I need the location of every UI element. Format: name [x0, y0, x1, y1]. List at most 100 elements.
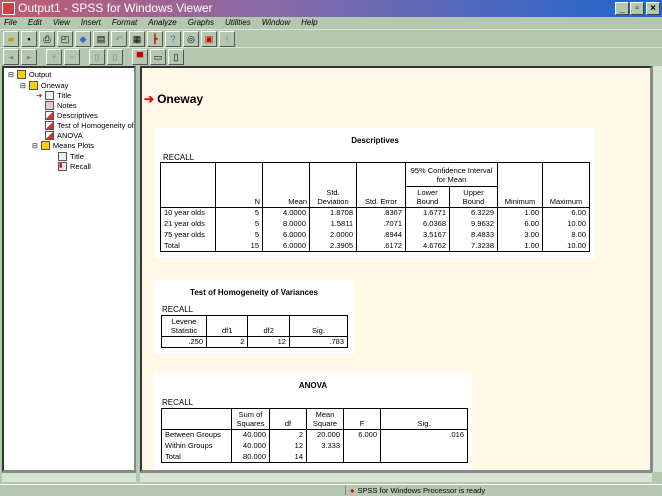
- table-cell: [343, 451, 381, 463]
- print-preview-icon[interactable]: ◰: [57, 31, 73, 47]
- print-icon[interactable]: ⎙: [39, 31, 55, 47]
- table-cell: 5: [215, 218, 263, 230]
- anova-title: ANOVA: [298, 381, 328, 390]
- table-cell: 75 year olds: [160, 229, 216, 241]
- outline-item-oneway[interactable]: ⊟ Oneway: [20, 81, 68, 90]
- outline-item-title[interactable]: ➔ Title: [36, 91, 71, 100]
- table-icon: [45, 121, 54, 130]
- homogeneity-table[interactable]: Test of Homogeneity of Variances RECALL …: [154, 280, 354, 354]
- title-bar: Output1 - SPSS for Windows Viewer _ ▫ ×: [0, 0, 662, 17]
- status-bar: ● SPSS for Windows Processor is ready: [0, 484, 662, 496]
- table-cell: 8.00: [542, 229, 590, 241]
- menu-edit[interactable]: Edit: [28, 17, 42, 29]
- table-cell: 40.000: [231, 440, 270, 452]
- table-cell: 1.8708: [309, 207, 357, 219]
- menu-analyze[interactable]: Analyze: [148, 17, 176, 29]
- main-toolbar: ▰ ▪ ⎙ ◰ ◆ ▤ ↶ ▦ ┣ ? ◎ ▣ !: [0, 29, 662, 47]
- insert-text-icon[interactable]: ▯: [168, 49, 184, 65]
- table-cell: Within Groups: [161, 440, 232, 452]
- table-cell: 2.0000: [309, 229, 357, 241]
- column-header: Levene Statistic: [161, 315, 207, 337]
- status-text: SPSS for Windows Processor is ready: [357, 486, 486, 495]
- menu-help[interactable]: Help: [301, 17, 317, 29]
- table-cell: 3.00: [497, 229, 543, 241]
- dialog-recall-icon[interactable]: ▤: [93, 31, 109, 47]
- app-icon: [2, 2, 15, 15]
- close-button[interactable]: ×: [646, 2, 660, 15]
- menu-window[interactable]: Window: [262, 17, 290, 29]
- use-sets-icon[interactable]: ◎: [183, 31, 199, 47]
- outline-horizontal-scrollbar[interactable]: [2, 472, 136, 482]
- run-icon[interactable]: !: [219, 31, 235, 47]
- goto-case-icon[interactable]: ┣: [147, 31, 163, 47]
- table-cell: 21 year olds: [160, 218, 216, 230]
- hide-icon[interactable]: ▯: [107, 49, 123, 65]
- content-horizontal-scrollbar[interactable]: [140, 472, 652, 482]
- outline-item-output[interactable]: ⊟ Output: [8, 70, 51, 79]
- goto-data-icon[interactable]: ▦: [129, 31, 145, 47]
- table-cell: .8367: [356, 207, 406, 219]
- table-cell: 10 year olds: [160, 207, 216, 219]
- menu-view[interactable]: View: [53, 17, 70, 29]
- table-cell: 1.6771: [405, 207, 450, 219]
- restore-button[interactable]: ▫: [630, 2, 644, 15]
- outline-item-homogeneity[interactable]: Test of Homogeneity of V: [45, 121, 134, 130]
- insert-title-icon[interactable]: ▭: [150, 49, 166, 65]
- table-cell: .783: [288, 336, 348, 348]
- table-cell: 3.333: [306, 440, 344, 452]
- menu-bar: File Edit View Insert Format Analyze Gra…: [0, 17, 662, 29]
- menu-file[interactable]: File: [4, 17, 17, 29]
- menu-utilities[interactable]: Utilities: [225, 17, 251, 29]
- minimize-button[interactable]: _: [615, 2, 629, 15]
- expand-icon[interactable]: +: [46, 49, 62, 65]
- export-icon[interactable]: ◆: [75, 31, 91, 47]
- book-icon: [28, 81, 38, 90]
- column-header: Sig.: [380, 408, 468, 430]
- table-cell: 6.0000: [262, 229, 310, 241]
- anova-table[interactable]: ANOVA RECALL Sum of Squares df Mean Square…: [154, 373, 472, 470]
- open-icon[interactable]: ▰: [3, 31, 19, 47]
- outline-item-descriptives[interactable]: Descriptives: [45, 111, 98, 120]
- table-cell: Total: [161, 451, 232, 463]
- menu-graphs[interactable]: Graphs: [188, 17, 214, 29]
- descriptives-grid: N Mean Std. Deviation Std. Error 95% Confide…: [160, 162, 590, 252]
- outline-item-recall-chart[interactable]: ▮ Recall: [58, 162, 91, 171]
- outline-item-notes[interactable]: Notes: [45, 101, 77, 110]
- table-cell: 40.000: [231, 429, 270, 441]
- column-header: Maximum: [542, 162, 590, 208]
- column-header: Minimum: [497, 162, 543, 208]
- column-header: F: [343, 408, 381, 430]
- outline-item-means-plots[interactable]: ⊟ Means Plots: [32, 141, 94, 150]
- table-cell: .016: [380, 429, 468, 441]
- oneway-heading[interactable]: ➔ Oneway: [144, 92, 203, 106]
- variables-icon[interactable]: ?: [165, 31, 181, 47]
- column-header: Sig.: [288, 315, 349, 337]
- show-icon[interactable]: ▯: [89, 49, 105, 65]
- column-header: 95% Confidence Interval for Mean: [405, 162, 498, 187]
- table-row: 75 year olds 5 6.0000 2.0000.8944 3.5167 8.48…: [160, 229, 590, 241]
- undo-icon[interactable]: ↶: [111, 31, 127, 47]
- promote-icon[interactable]: ◂: [3, 49, 19, 65]
- menu-insert[interactable]: Insert: [81, 17, 101, 29]
- descriptives-table[interactable]: Descriptives RECALL N Mean Std. Deviation S…: [155, 128, 595, 258]
- outline-item-plot-title[interactable]: Title: [58, 152, 84, 161]
- table-cell: 3.5167: [405, 229, 450, 241]
- table-row: 10 year olds 5 4.0000 1.8708.8367 1.6771 6.32…: [160, 207, 590, 219]
- table-cell: [380, 440, 468, 452]
- table-cell: 6.3229: [449, 207, 498, 219]
- menu-format[interactable]: Format: [112, 17, 137, 29]
- column-header: Lower Bound: [405, 186, 450, 208]
- table-cell: 6.00: [542, 207, 590, 219]
- collapse-icon[interactable]: −: [64, 49, 80, 65]
- table-row: 21 year olds 5 8.0000 1.5811.7071 6.0368 9.96…: [160, 218, 590, 230]
- column-header: [161, 408, 232, 430]
- descriptives-variable: RECALL: [163, 153, 195, 162]
- content-vertical-scrollbar[interactable]: [652, 66, 662, 472]
- demote-icon[interactable]: ▸: [21, 49, 37, 65]
- table-cell: 2: [269, 429, 307, 441]
- outline-item-anova[interactable]: ANOVA: [45, 131, 83, 140]
- save-icon[interactable]: ▪: [21, 31, 37, 47]
- designate-window-icon[interactable]: ▣: [201, 31, 217, 47]
- insert-heading-icon[interactable]: ▀: [132, 49, 148, 65]
- outline-pane: ⊟ Output ⊟ Oneway ➔ Title Notes Descriptive…: [2, 66, 136, 472]
